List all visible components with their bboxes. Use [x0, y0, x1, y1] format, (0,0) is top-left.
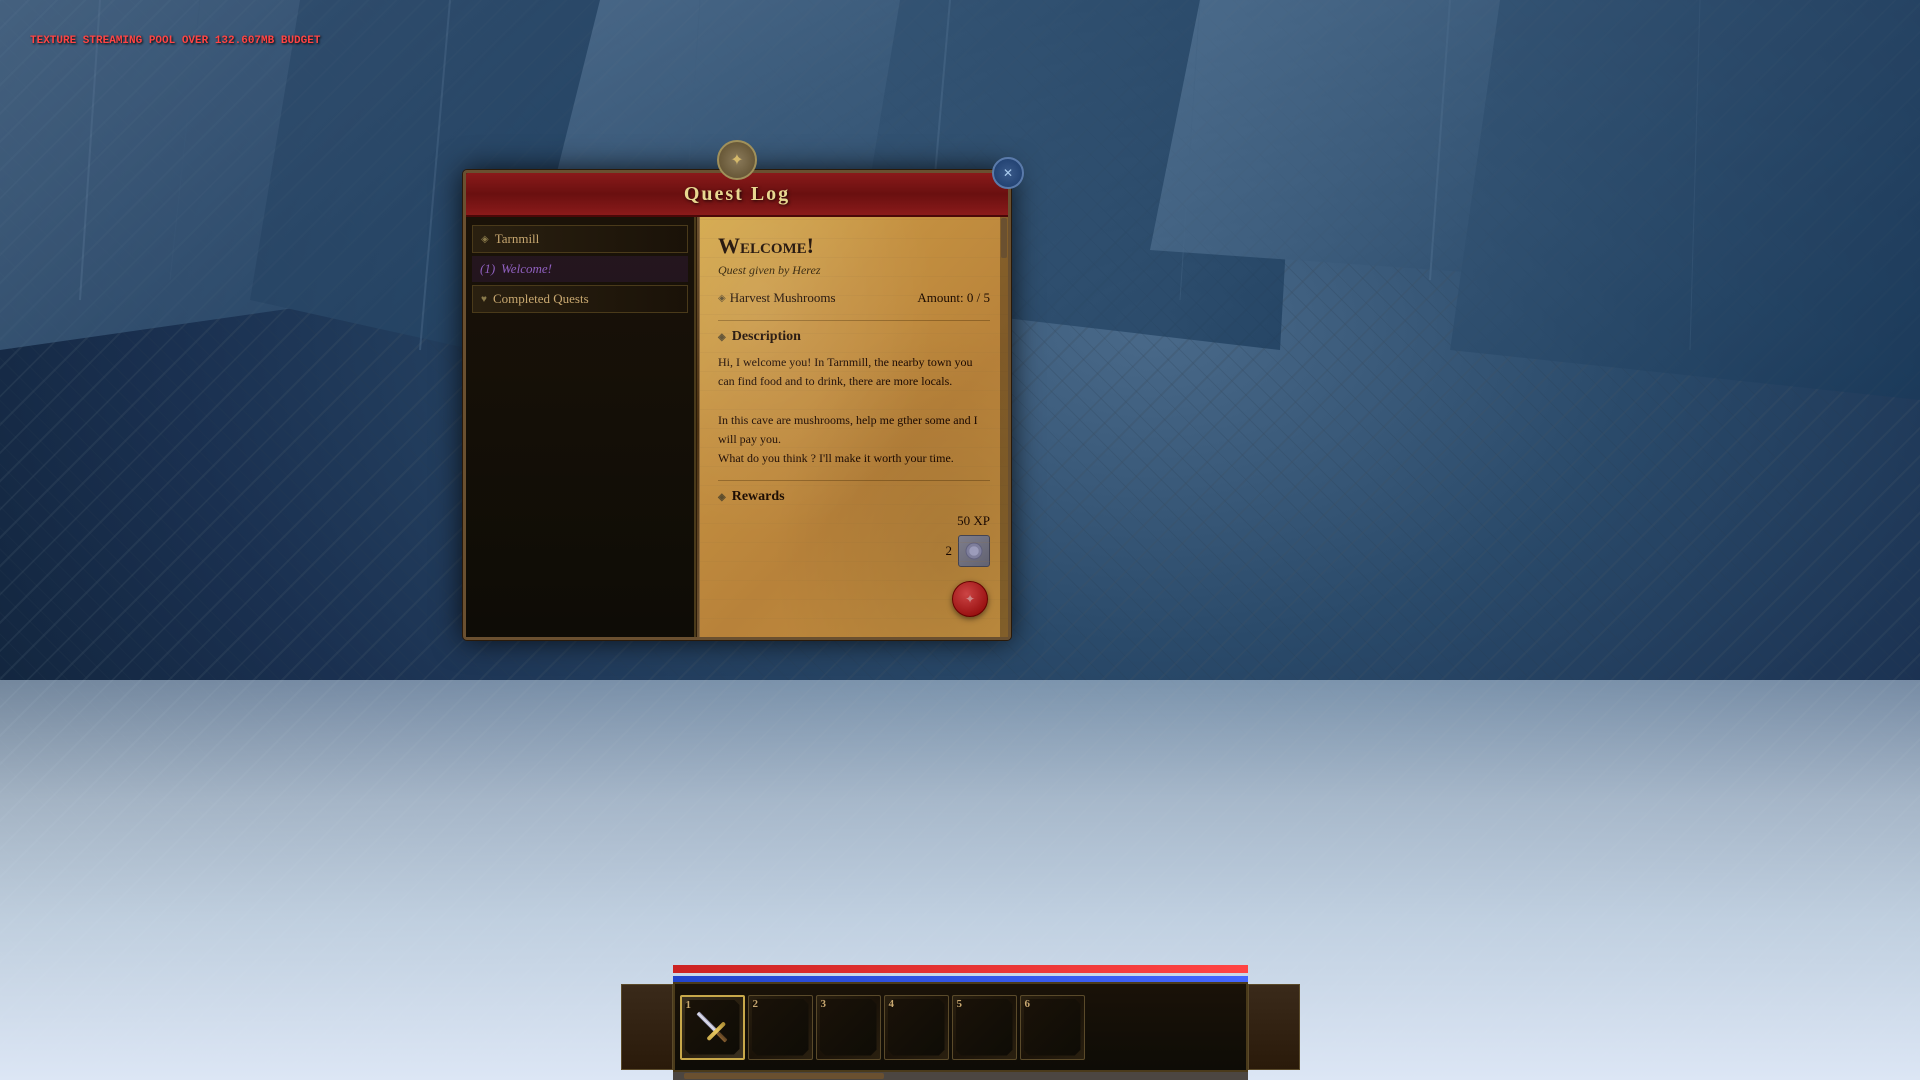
scrollbar-track[interactable]: [1000, 217, 1008, 637]
hotbar-slot-3[interactable]: 3: [816, 995, 881, 1060]
slot-number-3: 3: [821, 998, 827, 1010]
rewards-title: Rewards: [732, 489, 785, 505]
wax-seal-icon: ✦: [965, 592, 975, 607]
scrollbar-thumb[interactable]: [1001, 218, 1007, 258]
quest-objective-label: ◈ Harvest Mushrooms: [718, 290, 836, 306]
slot-bg-4: [888, 999, 945, 1056]
quest-detail-title: Welcome!: [718, 233, 990, 259]
rewards-section: ◈ Rewards 50 XP 2: [718, 489, 990, 567]
quest-item-welcome[interactable]: (1) Welcome!: [472, 256, 688, 282]
hotbar-slot-2[interactable]: 2: [748, 995, 813, 1060]
description-text: Hi, I welcome you! In Tarnmill, the near…: [718, 353, 990, 468]
close-button[interactable]: ✕: [992, 157, 1024, 189]
window-content: ◈ Tarnmill (1) Welcome! ♥ Completed Ques…: [466, 217, 1008, 637]
completed-label: Completed Quests: [493, 291, 589, 307]
description-header: ◈ Description: [718, 329, 990, 345]
reward-item-row: 2: [718, 535, 990, 567]
slot-number-1: 1: [686, 999, 692, 1011]
category-label: Tarnmill: [495, 231, 540, 247]
amount-label: Amount:: [917, 290, 963, 305]
quest-number: (1): [480, 261, 495, 277]
debug-text: TEXTURE STREAMING POOL OVER 132.607MB BU…: [30, 35, 320, 47]
divider-2: [718, 480, 990, 481]
close-icon: ✕: [1003, 166, 1013, 181]
wax-seal: ✦: [952, 581, 988, 617]
rewards-header: ◈ Rewards: [718, 489, 990, 505]
hotbar-slot-1[interactable]: 1: [680, 995, 745, 1060]
objective-icon: ◈: [718, 293, 726, 304]
bottom-scrollbar[interactable]: [673, 1072, 1248, 1080]
description-title: Description: [732, 329, 801, 345]
objective-text: Harvest Mushrooms: [730, 290, 836, 306]
quest-category-tarnmill[interactable]: ◈ Tarnmill: [472, 225, 688, 253]
slot-bg-5: [956, 999, 1013, 1056]
slot-bg-3: [820, 999, 877, 1056]
category-icon: ◈: [481, 234, 489, 245]
hotbar-slot-5[interactable]: 5: [952, 995, 1017, 1060]
completed-icon: ♥: [481, 294, 487, 305]
quest-window: ✦ Quest Log ✕ ◈ Tarnmill (1) Wel: [463, 170, 1011, 640]
quest-label: Welcome!: [501, 261, 552, 277]
slot-number-5: 5: [957, 998, 963, 1010]
bottom-scrollbar-thumb[interactable]: [684, 1073, 884, 1079]
quest-giver: Quest given by Herez: [718, 263, 990, 278]
completed-quests-category[interactable]: ♥ Completed Quests: [472, 285, 688, 313]
window-title: Quest Log: [684, 183, 790, 206]
quest-objective-amount: Amount: 0 / 5: [917, 290, 990, 306]
hotbar-slot-4[interactable]: 4: [884, 995, 949, 1060]
hotbar-slot-6[interactable]: 6: [1020, 995, 1085, 1060]
quest-list-panel: ◈ Tarnmill (1) Welcome! ♥ Completed Ques…: [466, 217, 696, 637]
reward-item-count: 2: [946, 543, 953, 559]
reward-item-icon: [958, 535, 990, 567]
slot-bg-2: [752, 999, 809, 1056]
description-icon: ◈: [718, 332, 726, 343]
slot-number-4: 4: [889, 998, 895, 1010]
health-bar: [673, 965, 1248, 973]
slot-bg-6: [1024, 999, 1081, 1056]
amount-value: 0 / 5: [967, 290, 990, 305]
divider-1: [718, 320, 990, 321]
window-frame: Quest Log ✕ ◈ Tarnmill (1) Welcome!: [463, 170, 1011, 640]
rewards-icon: ◈: [718, 492, 726, 503]
reward-xp: 50 XP: [718, 513, 990, 529]
slot-number-2: 2: [753, 998, 759, 1010]
hotbar-container: 1: [0, 965, 1920, 1080]
quest-detail-panel: Welcome! Quest given by Herez ◈ Harvest …: [700, 217, 1008, 637]
window-ornament-top: ✦: [707, 140, 767, 180]
resource-bars: [673, 965, 1248, 982]
hotbar: 1: [673, 982, 1248, 1072]
quest-objective-row: ◈ Harvest Mushrooms Amount: 0 / 5: [718, 290, 990, 306]
slot-number-6: 6: [1025, 998, 1031, 1010]
ornament-circle: ✦: [717, 140, 757, 180]
